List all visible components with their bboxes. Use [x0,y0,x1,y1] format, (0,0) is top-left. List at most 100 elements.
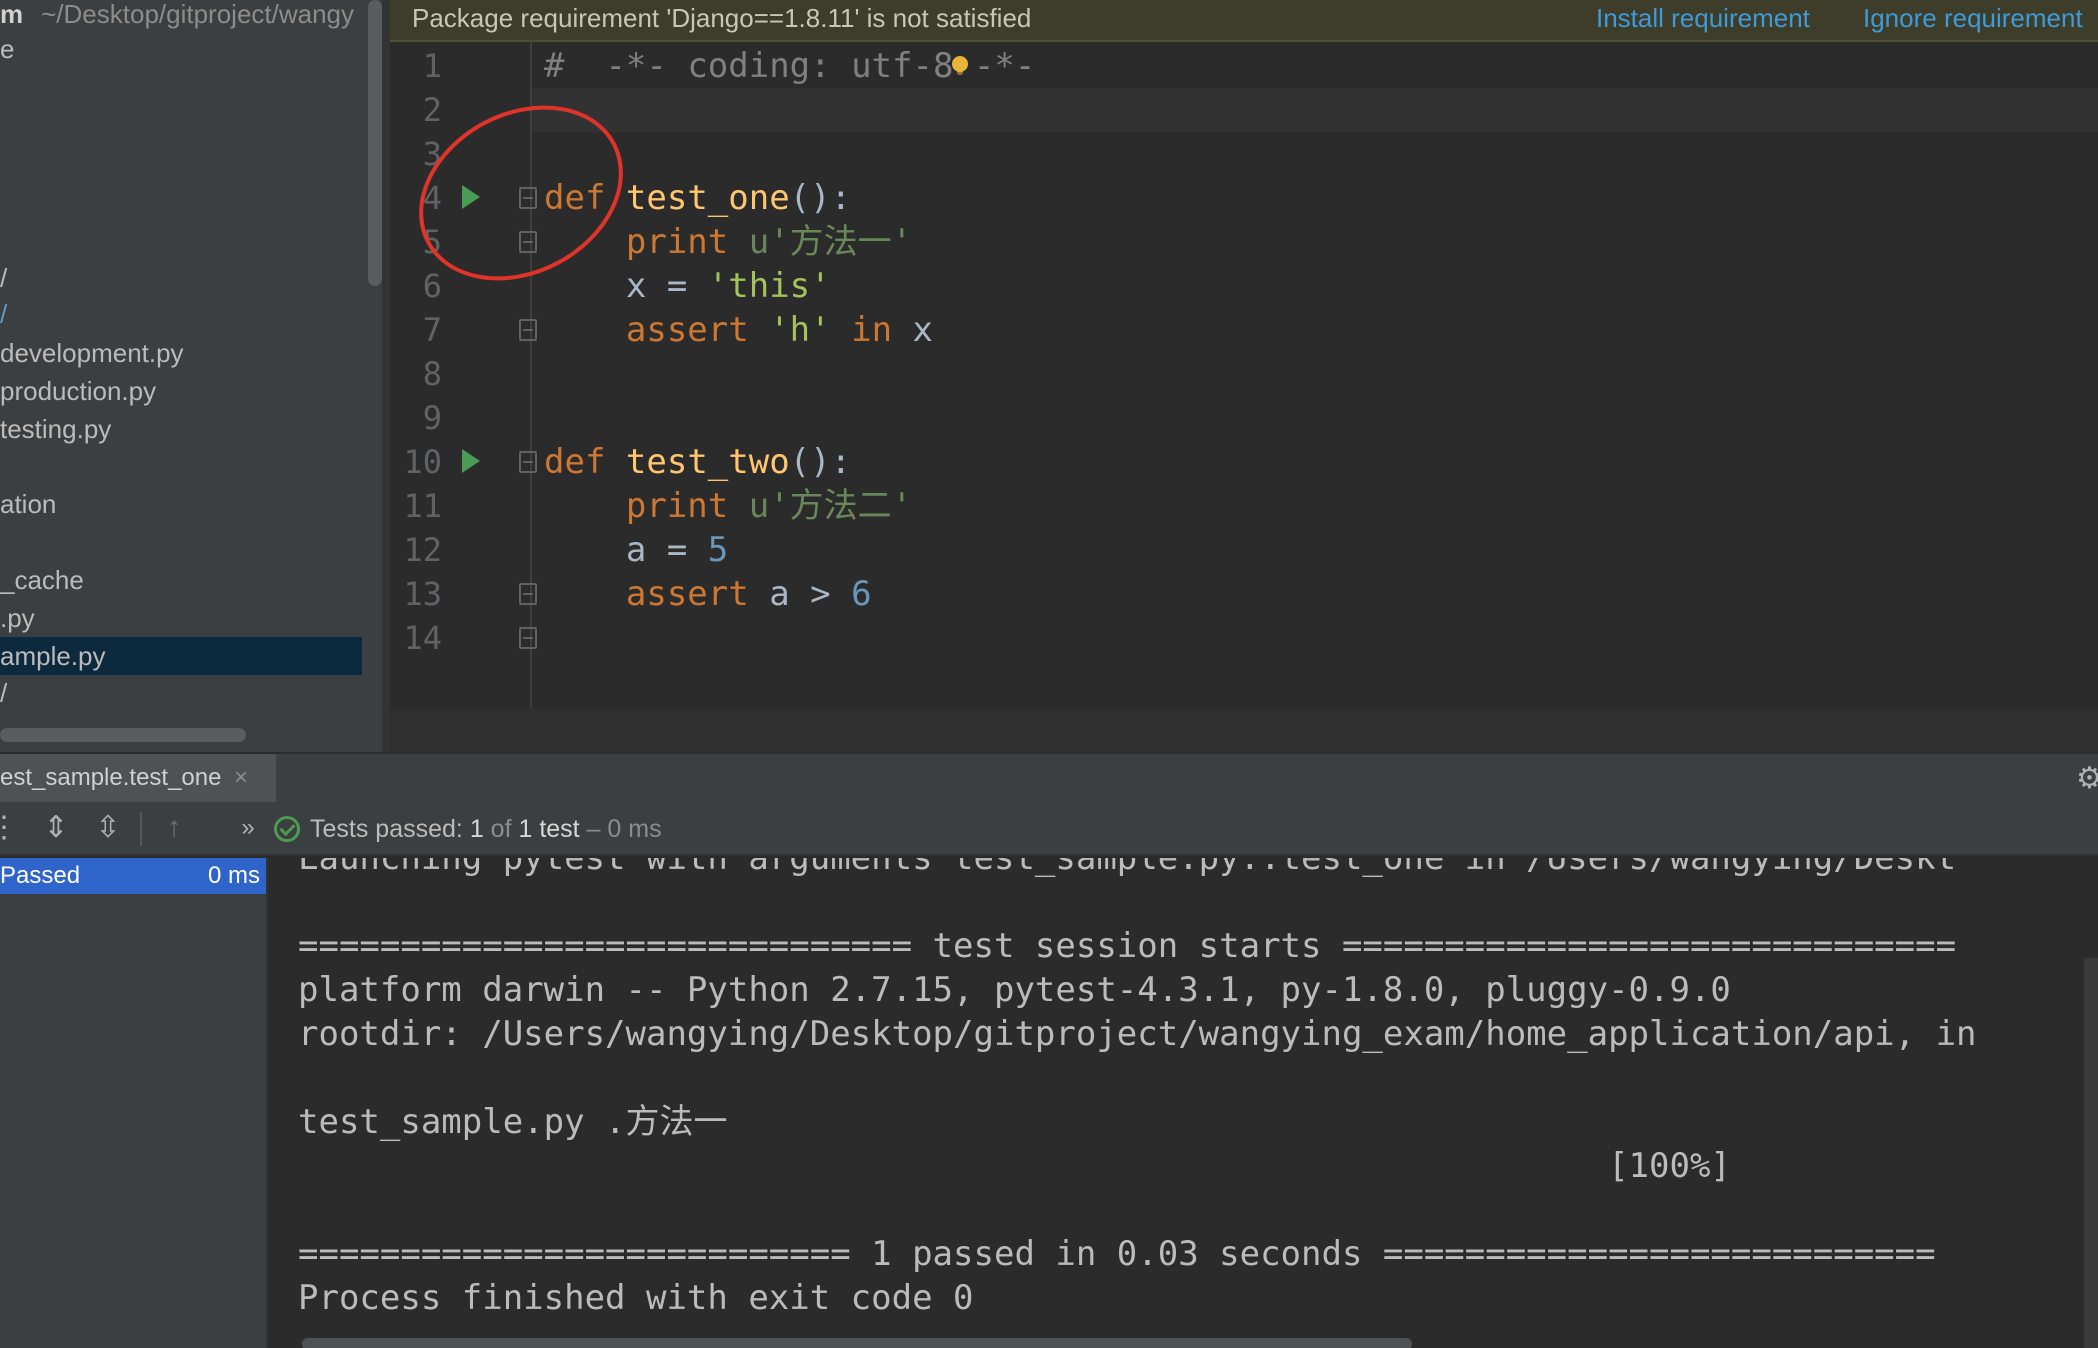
tree-item-label: / [0,299,8,329]
tree-item-label: _cache [0,565,84,595]
line-number: 10 [403,443,442,481]
tree-item[interactable]: / [0,674,7,712]
lightbulb-icon[interactable] [952,56,968,72]
project-path: ~/Desktop/gitproject/wangy [41,0,355,29]
line-number: 6 [422,267,442,305]
console-line: =========================== 1 passed in … [298,1234,1936,1274]
check-circle-icon [274,816,300,842]
console-horizontal-scrollbar[interactable] [302,1338,1412,1348]
keyword: assert [625,310,749,350]
tree-item-label: development.py [0,338,184,368]
line-number: 7 [422,311,442,349]
console-line: rootdir: /Users/wangying/Desktop/gitproj… [298,1014,1977,1054]
line-number: 9 [422,399,442,437]
console-line: platform darwin -- Python 2.7.15, pytest… [298,970,1731,1010]
console-line: ============================== test sess… [298,926,1957,966]
keyword: print [625,486,729,526]
comment-hash: # [544,46,565,86]
string-literal: 'h' [769,310,831,350]
arrow-up-icon[interactable]: ↑ [156,810,192,846]
keyword: def [544,442,606,482]
run-toolbar: ⋮ ⇕ ⇳ ↑ » Tests passed: 1 of 1 test – 0 … [0,802,2098,856]
tree-item-label: / [0,263,8,293]
tree-item-test-sample-selected[interactable]: ample.py [0,637,362,675]
requirement-warning-banner: Package requirement 'Django==1.8.11' is … [390,0,2098,42]
keyword: assert [625,574,749,614]
run-test-two-icon[interactable] [462,449,480,473]
fold-marker-icon[interactable] [519,583,537,605]
line-number: 14 [403,619,442,657]
console-output[interactable]: Launching pytest with arguments test_sam… [268,858,2098,1348]
fold-marker-icon[interactable] [519,627,537,649]
menu-icon[interactable]: ⋮ [0,810,22,846]
console-line: Process finished with exit code 0 [298,1278,974,1318]
status-total: 1 test [518,815,580,843]
code-line-6[interactable]: x = 'this' [544,264,831,308]
code-line-7[interactable]: assert 'h' in x [544,308,933,352]
punctuation: (): [789,442,852,482]
line-number: 8 [422,355,442,393]
console-line: Launching pytest with arguments test_sam… [298,858,1957,878]
console-vertical-scrollbar[interactable] [2084,958,2098,1348]
collapse-all-icon[interactable]: ⇳ [90,810,126,846]
fold-marker-icon[interactable] [519,451,537,473]
string-literal: u'方法二' [748,486,913,526]
tree-item[interactable]: / [0,259,7,297]
current-line-highlight [532,88,2098,132]
expand-all-icon[interactable]: ⇕ [38,810,74,846]
tree-item[interactable]: / [0,295,7,333]
line-number: 13 [403,575,442,613]
banner-message: Package requirement 'Django==1.8.11' is … [412,3,1032,33]
function-name: test_two [625,442,790,482]
run-tab-test-one[interactable]: est_sample.test_one × [0,754,276,802]
number-literal: 6 [851,574,872,614]
tree-item[interactable]: e [0,30,14,68]
tree-item-label: / [0,678,8,708]
install-requirement-link[interactable]: Install requirement [1596,0,1810,36]
console-line: test_sample.py .方法一 [298,1102,728,1142]
tree-item[interactable]: ation [0,485,56,523]
assignment: a = [625,530,708,570]
close-tab-icon[interactable]: × [234,754,248,802]
tree-item-cache[interactable]: _cache [0,561,84,599]
run-tab-label: est_sample.test_one [0,764,222,791]
tree-item-development[interactable]: development.py [0,334,184,372]
toolbar-separator [140,812,142,846]
identifier: x [912,310,934,350]
tree-item[interactable]: .py [0,599,35,637]
run-tab-bar: est_sample.test_one × ⚙ [0,752,2098,802]
line-number: 1 [422,47,442,85]
string-literal: 'this' [707,266,831,306]
status-prefix: Tests passed: [310,815,470,843]
fold-marker-icon[interactable] [519,319,537,341]
status-of: of [483,815,519,843]
tree-item-label: e [0,34,15,64]
project-name: m [0,0,24,29]
test-result-row[interactable]: Passed 0 ms [0,858,266,894]
code-line-13[interactable]: assert a > 6 [544,572,872,616]
tree-item-label: .py [0,603,35,633]
line-number: 11 [403,487,442,525]
code-line-12[interactable]: a = 5 [544,528,728,572]
code-editor[interactable]: Package requirement 'Django==1.8.11' is … [390,0,2098,752]
tree-item-label: production.py [0,376,157,406]
editor-bottom-strip [390,708,2098,752]
test-duration: 0 ms [207,862,260,889]
coding-comment: -*- coding: utf-8 -*- [605,46,1036,86]
keyword: in [851,310,893,350]
gear-icon[interactable]: ⚙ [2076,764,2098,794]
code-line-11[interactable]: print u'方法二' [544,484,912,528]
line-number: 2 [422,91,442,129]
sidebar-vertical-scrollbar[interactable] [368,0,382,286]
test-results-tree: Passed 0 ms [0,858,268,1348]
project-root-row[interactable]: m ~/Desktop/gitproject/wangy [0,0,354,34]
sidebar-horizontal-scrollbar[interactable] [0,728,246,742]
ignore-requirement-link[interactable]: Ignore requirement [1863,0,2083,36]
code-line-10[interactable]: def test_two(): [544,440,851,484]
more-icon[interactable]: » [230,810,266,846]
panel-divider[interactable] [382,0,390,752]
project-tree-panel: m ~/Desktop/gitproject/wangy e / / develo… [0,0,390,752]
tree-item-testing[interactable]: testing.py [0,410,111,448]
tree-item-production[interactable]: production.py [0,372,156,410]
tree-item-label: testing.py [0,414,112,444]
